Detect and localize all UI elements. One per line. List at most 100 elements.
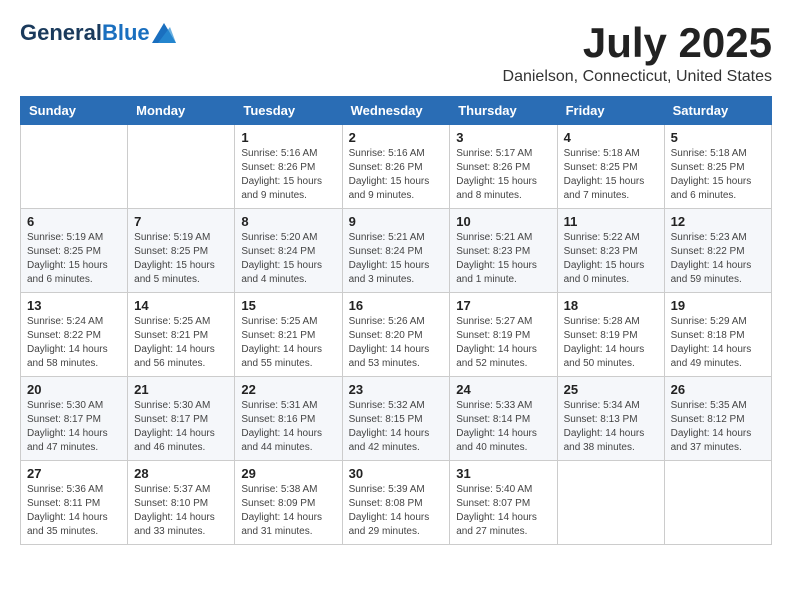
day-number: 28: [134, 466, 228, 481]
day-number: 16: [349, 298, 444, 313]
day-detail: Sunrise: 5:23 AM Sunset: 8:22 PM Dayligh…: [671, 231, 765, 287]
day-detail: Sunrise: 5:16 AM Sunset: 8:26 PM Dayligh…: [241, 147, 335, 203]
page-header: GeneralBlue July 2025 Danielson, Connect…: [20, 20, 772, 86]
header-row: SundayMondayTuesdayWednesdayThursdayFrid…: [21, 97, 772, 125]
calendar-cell: 12 Sunrise: 5:23 AM Sunset: 8:22 PM Dayli…: [664, 209, 771, 293]
calendar: SundayMondayTuesdayWednesdayThursdayFrid…: [20, 96, 772, 545]
calendar-cell: 27Sunrise: 5:36 AM Sunset: 8:11 PM Dayli…: [21, 461, 128, 545]
calendar-cell: 24Sunrise: 5:33 AM Sunset: 8:14 PM Dayli…: [450, 377, 557, 461]
calendar-cell: 29Sunrise: 5:38 AM Sunset: 8:09 PM Dayli…: [235, 461, 342, 545]
day-number: 25: [564, 382, 658, 397]
calendar-cell: 9 Sunrise: 5:21 AM Sunset: 8:24 PM Daylig…: [342, 209, 450, 293]
day-detail: Sunrise: 5:22 AM Sunset: 8:23 PM Dayligh…: [564, 231, 658, 287]
day-number: 12: [671, 214, 765, 229]
day-number: 5: [671, 130, 765, 145]
calendar-cell: 26Sunrise: 5:35 AM Sunset: 8:12 PM Dayli…: [664, 377, 771, 461]
week-row-0: 1 Sunrise: 5:16 AM Sunset: 8:26 PM Daylig…: [21, 125, 772, 209]
day-detail: Sunrise: 5:26 AM Sunset: 8:20 PM Dayligh…: [349, 315, 444, 371]
calendar-cell: 16 Sunrise: 5:26 AM Sunset: 8:20 PM Dayli…: [342, 293, 450, 377]
day-detail: Sunrise: 5:25 AM Sunset: 8:21 PM Dayligh…: [134, 315, 228, 371]
calendar-cell: 28 Sunrise: 5:37 AM Sunset: 8:10 PM Dayli…: [128, 461, 235, 545]
title-block: July 2025 Danielson, Connecticut, United…: [503, 20, 772, 86]
day-detail: Sunrise: 5:16 AM Sunset: 8:26 PM Dayligh…: [349, 147, 444, 203]
day-detail: Sunrise: 5:21 AM Sunset: 8:24 PM Dayligh…: [349, 231, 444, 287]
day-number: 13: [27, 298, 121, 313]
calendar-cell: 6 Sunrise: 5:19 AM Sunset: 8:25 PM Daylig…: [21, 209, 128, 293]
header-day-sunday: Sunday: [21, 97, 128, 125]
calendar-header: SundayMondayTuesdayWednesdayThursdayFrid…: [21, 97, 772, 125]
calendar-cell: 2 Sunrise: 5:16 AM Sunset: 8:26 PM Daylig…: [342, 125, 450, 209]
calendar-cell: [128, 125, 235, 209]
logo-blue: Blue: [102, 20, 150, 46]
calendar-cell: 15Sunrise: 5:25 AM Sunset: 8:21 PM Dayli…: [235, 293, 342, 377]
day-number: 10: [456, 214, 550, 229]
day-number: 6: [27, 214, 121, 229]
day-number: 11: [564, 214, 658, 229]
calendar-cell: 31Sunrise: 5:40 AM Sunset: 8:07 PM Dayli…: [450, 461, 557, 545]
day-number: 23: [349, 382, 444, 397]
header-day-wednesday: Wednesday: [342, 97, 450, 125]
calendar-cell: 20 Sunrise: 5:30 AM Sunset: 8:17 PM Dayli…: [21, 377, 128, 461]
day-detail: Sunrise: 5:29 AM Sunset: 8:18 PM Dayligh…: [671, 315, 765, 371]
day-number: 21: [134, 382, 228, 397]
day-detail: Sunrise: 5:19 AM Sunset: 8:25 PM Dayligh…: [134, 231, 228, 287]
logo: GeneralBlue: [20, 20, 176, 46]
day-number: 7: [134, 214, 228, 229]
header-day-thursday: Thursday: [450, 97, 557, 125]
day-detail: Sunrise: 5:21 AM Sunset: 8:23 PM Dayligh…: [456, 231, 550, 287]
calendar-cell: [557, 461, 664, 545]
day-detail: Sunrise: 5:30 AM Sunset: 8:17 PM Dayligh…: [27, 399, 121, 455]
day-number: 29: [241, 466, 335, 481]
day-number: 26: [671, 382, 765, 397]
calendar-cell: 11 Sunrise: 5:22 AM Sunset: 8:23 PM Dayli…: [557, 209, 664, 293]
calendar-cell: 23 Sunrise: 5:32 AM Sunset: 8:15 PM Dayli…: [342, 377, 450, 461]
day-detail: Sunrise: 5:31 AM Sunset: 8:16 PM Dayligh…: [241, 399, 335, 455]
day-detail: Sunrise: 5:39 AM Sunset: 8:08 PM Dayligh…: [349, 483, 444, 539]
day-detail: Sunrise: 5:20 AM Sunset: 8:24 PM Dayligh…: [241, 231, 335, 287]
day-number: 18: [564, 298, 658, 313]
calendar-cell: 30Sunrise: 5:39 AM Sunset: 8:08 PM Dayli…: [342, 461, 450, 545]
day-number: 19: [671, 298, 765, 313]
header-day-tuesday: Tuesday: [235, 97, 342, 125]
week-row-4: 27Sunrise: 5:36 AM Sunset: 8:11 PM Dayli…: [21, 461, 772, 545]
month-title: July 2025: [503, 20, 772, 66]
calendar-cell: 25Sunrise: 5:34 AM Sunset: 8:13 PM Dayli…: [557, 377, 664, 461]
calendar-cell: 22Sunrise: 5:31 AM Sunset: 8:16 PM Dayli…: [235, 377, 342, 461]
day-number: 4: [564, 130, 658, 145]
header-day-monday: Monday: [128, 97, 235, 125]
calendar-cell: 13Sunrise: 5:24 AM Sunset: 8:22 PM Dayli…: [21, 293, 128, 377]
logo-icon: [152, 23, 176, 43]
day-number: 24: [456, 382, 550, 397]
calendar-cell: 19 Sunrise: 5:29 AM Sunset: 8:18 PM Dayli…: [664, 293, 771, 377]
week-row-1: 6 Sunrise: 5:19 AM Sunset: 8:25 PM Daylig…: [21, 209, 772, 293]
day-number: 9: [349, 214, 444, 229]
calendar-cell: 7 Sunrise: 5:19 AM Sunset: 8:25 PM Daylig…: [128, 209, 235, 293]
week-row-2: 13Sunrise: 5:24 AM Sunset: 8:22 PM Dayli…: [21, 293, 772, 377]
calendar-cell: 21Sunrise: 5:30 AM Sunset: 8:17 PM Dayli…: [128, 377, 235, 461]
header-day-saturday: Saturday: [664, 97, 771, 125]
day-detail: Sunrise: 5:27 AM Sunset: 8:19 PM Dayligh…: [456, 315, 550, 371]
day-detail: Sunrise: 5:18 AM Sunset: 8:25 PM Dayligh…: [671, 147, 765, 203]
header-day-friday: Friday: [557, 97, 664, 125]
day-number: 20: [27, 382, 121, 397]
day-number: 31: [456, 466, 550, 481]
calendar-cell: 10 Sunrise: 5:21 AM Sunset: 8:23 PM Dayli…: [450, 209, 557, 293]
day-number: 14: [134, 298, 228, 313]
day-detail: Sunrise: 5:19 AM Sunset: 8:25 PM Dayligh…: [27, 231, 121, 287]
calendar-cell: 8 Sunrise: 5:20 AM Sunset: 8:24 PM Daylig…: [235, 209, 342, 293]
location: Danielson, Connecticut, United States: [503, 68, 772, 86]
day-number: 27: [27, 466, 121, 481]
calendar-body: 1 Sunrise: 5:16 AM Sunset: 8:26 PM Daylig…: [21, 125, 772, 545]
calendar-cell: 17 Sunrise: 5:27 AM Sunset: 8:19 PM Dayli…: [450, 293, 557, 377]
day-detail: Sunrise: 5:32 AM Sunset: 8:15 PM Dayligh…: [349, 399, 444, 455]
week-row-3: 20 Sunrise: 5:30 AM Sunset: 8:17 PM Dayli…: [21, 377, 772, 461]
calendar-cell: [664, 461, 771, 545]
day-number: 1: [241, 130, 335, 145]
day-number: 17: [456, 298, 550, 313]
calendar-cell: [21, 125, 128, 209]
day-detail: Sunrise: 5:37 AM Sunset: 8:10 PM Dayligh…: [134, 483, 228, 539]
day-number: 2: [349, 130, 444, 145]
calendar-cell: 14 Sunrise: 5:25 AM Sunset: 8:21 PM Dayli…: [128, 293, 235, 377]
day-detail: Sunrise: 5:17 AM Sunset: 8:26 PM Dayligh…: [456, 147, 550, 203]
day-number: 8: [241, 214, 335, 229]
